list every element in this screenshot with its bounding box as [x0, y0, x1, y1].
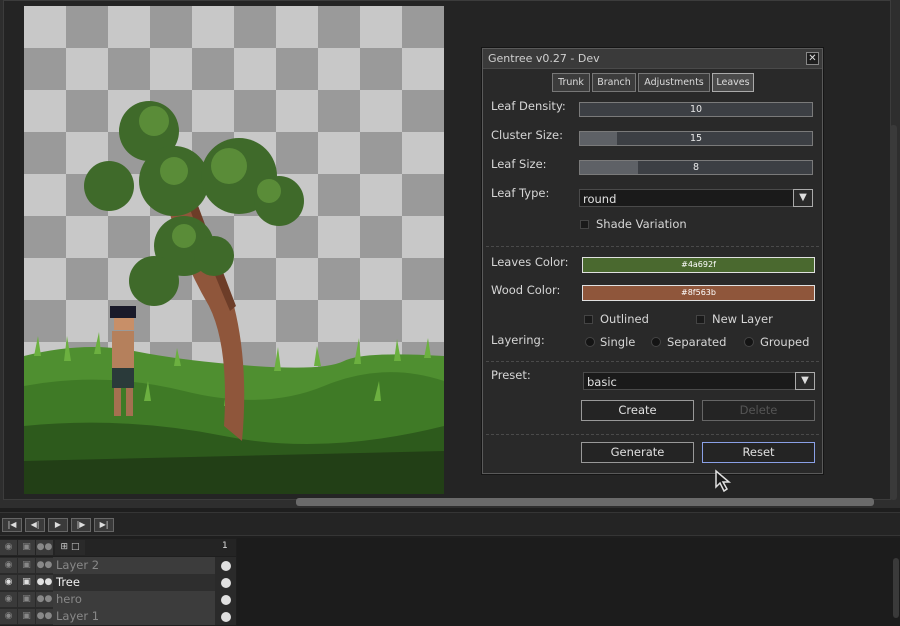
lock-icon[interactable]: ▣: [18, 609, 35, 624]
lock-icon[interactable]: ▣: [18, 575, 35, 590]
leaf-density-slider[interactable]: 10: [579, 102, 813, 117]
shade-variation-label: Shade Variation: [596, 217, 687, 231]
frames-area[interactable]: [237, 538, 900, 626]
layering-single-label: Single: [600, 335, 636, 349]
tab-branch[interactable]: Branch: [592, 73, 636, 92]
cel-dot[interactable]: [221, 561, 231, 571]
tree-scene-artwork: [24, 101, 444, 494]
cel-dot[interactable]: [221, 578, 231, 588]
lock-header-icon[interactable]: ▣: [18, 540, 35, 555]
lock-icon[interactable]: ▣: [18, 558, 35, 573]
leaf-size-label: Leaf Size:: [491, 157, 547, 171]
leaf-type-select[interactable]: round ▼: [579, 189, 813, 207]
continuous-icon[interactable]: ●●: [36, 575, 53, 590]
lock-icon[interactable]: ▣: [18, 592, 35, 607]
timeline-scrollbar[interactable]: [893, 558, 899, 618]
layer-row[interactable]: ◉ ▣ ●● Layer 2: [0, 557, 236, 574]
leaf-size-slider[interactable]: 8: [579, 160, 813, 175]
eye-icon[interactable]: ◉: [0, 575, 17, 590]
create-button[interactable]: Create: [581, 400, 694, 421]
generate-button[interactable]: Generate: [581, 442, 694, 463]
sprite-canvas[interactable]: [24, 6, 444, 494]
layer-row-selected[interactable]: ◉ ▣ ●● Tree: [0, 574, 236, 591]
timeline-toolbar: [0, 512, 900, 536]
tab-leaves[interactable]: Leaves: [712, 73, 754, 92]
last-frame-icon[interactable]: ▶|: [94, 518, 114, 532]
divider: [486, 246, 819, 247]
frame-number: 1: [222, 541, 228, 551]
layer-name[interactable]: Tree: [53, 574, 215, 591]
continuous-icon[interactable]: ●●: [36, 592, 53, 607]
dialog-titlebar[interactable]: Gentree v0.27 - Dev ✕: [483, 49, 822, 69]
gentree-dialog: Gentree v0.27 - Dev ✕ Trunk Branch Adjus…: [482, 48, 823, 474]
cluster-size-slider[interactable]: 15: [579, 131, 813, 146]
chevron-down-icon[interactable]: ▼: [795, 372, 815, 390]
horizontal-scrollbar[interactable]: [296, 498, 874, 506]
outlined-label: Outlined: [600, 312, 649, 326]
layering-radio-separated[interactable]: [651, 337, 661, 347]
play-icon[interactable]: ▶: [48, 518, 68, 532]
tab-adjustments[interactable]: Adjustments: [638, 73, 710, 92]
chevron-down-icon[interactable]: ▼: [793, 189, 813, 207]
layer-row[interactable]: ◉ ▣ ●● Layer 1: [0, 608, 236, 625]
next-frame-icon[interactable]: |▶: [71, 518, 91, 532]
preset-value: basic: [587, 375, 617, 389]
continuous-icon[interactable]: ●●: [36, 609, 53, 624]
prev-frame-icon[interactable]: ◀|: [25, 518, 45, 532]
cel-dot[interactable]: [221, 595, 231, 605]
tab-trunk[interactable]: Trunk: [552, 73, 590, 92]
layer-options-icon[interactable]: ⊞ □: [55, 540, 85, 555]
leaf-density-value: 10: [689, 104, 703, 115]
layer-name[interactable]: hero: [53, 591, 215, 608]
frame-header[interactable]: 1: [217, 539, 236, 556]
wood-color-label: Wood Color:: [491, 283, 561, 297]
cluster-size-label: Cluster Size:: [491, 128, 563, 142]
leaves-color-swatch[interactable]: #4a692f: [582, 257, 815, 273]
reset-button[interactable]: Reset: [702, 442, 815, 463]
mouse-cursor-icon: [715, 469, 732, 493]
divider: [486, 434, 819, 435]
eye-icon[interactable]: ◉: [0, 592, 17, 607]
shade-variation-checkbox[interactable]: [580, 220, 589, 229]
dialog-title: Gentree v0.27 - Dev: [488, 52, 600, 65]
cel-dot[interactable]: [221, 612, 231, 622]
new-layer-checkbox[interactable]: [696, 315, 705, 324]
cluster-size-value: 15: [689, 133, 703, 144]
first-frame-icon[interactable]: |◀: [2, 518, 22, 532]
leaves-color-label: Leaves Color:: [491, 255, 569, 269]
layers-header: ◉ ▣ ●● ⊞ □ 1: [0, 539, 236, 556]
continuous-header-icon[interactable]: ●●: [36, 540, 53, 555]
outlined-checkbox[interactable]: [584, 315, 593, 324]
close-icon[interactable]: ✕: [806, 52, 819, 65]
layering-label: Layering:: [491, 333, 545, 347]
preset-select[interactable]: basic ▼: [583, 372, 815, 390]
layer-name[interactable]: Layer 1: [53, 608, 215, 625]
vertical-scrollbar[interactable]: [890, 125, 897, 500]
wood-color-swatch[interactable]: #8f563b: [582, 285, 815, 301]
leaf-type-value: round: [583, 192, 617, 206]
continuous-icon[interactable]: ●●: [36, 558, 53, 573]
layering-radio-grouped[interactable]: [744, 337, 754, 347]
layer-name[interactable]: Layer 2: [53, 557, 215, 574]
layering-radio-single[interactable]: [585, 337, 595, 347]
layering-separated-label: Separated: [667, 335, 727, 349]
delete-button[interactable]: Delete: [702, 400, 815, 421]
leaf-size-value: 8: [692, 162, 700, 173]
layer-row[interactable]: ◉ ▣ ●● hero: [0, 591, 236, 608]
layering-grouped-label: Grouped: [760, 335, 810, 349]
leaf-density-label: Leaf Density:: [491, 99, 566, 113]
divider: [486, 361, 819, 362]
visibility-header-icon[interactable]: ◉: [0, 540, 17, 555]
new-layer-label: New Layer: [712, 312, 773, 326]
leaf-type-label: Leaf Type:: [491, 186, 550, 200]
eye-icon[interactable]: ◉: [0, 558, 17, 573]
eye-icon[interactable]: ◉: [0, 609, 17, 624]
preset-label: Preset:: [491, 368, 531, 382]
